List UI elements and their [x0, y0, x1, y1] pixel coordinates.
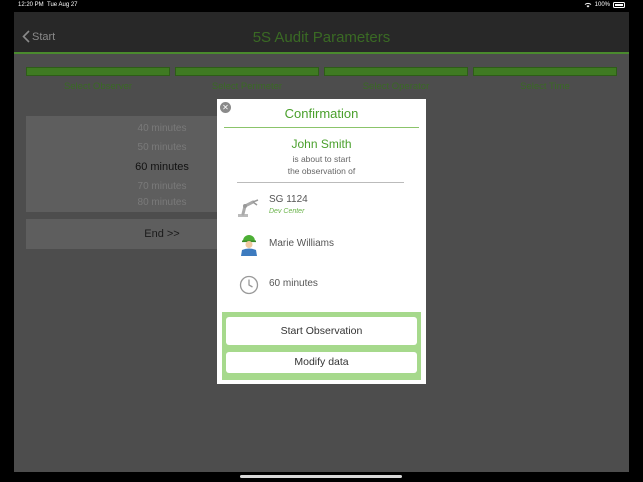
status-time: 12:20 PM Tue Aug 27	[18, 2, 78, 8]
nav-bar: Start 5S Audit Parameters	[14, 12, 629, 54]
step-label: Select Perimeter	[211, 81, 283, 92]
step-operator[interactable]: Select Operator	[324, 67, 468, 92]
perimeter-name: SG 1124	[269, 194, 308, 205]
battery-icon	[613, 2, 625, 8]
battery-percent: 100%	[594, 2, 610, 8]
status-bar: 12:20 PM Tue Aug 27 100%	[0, 0, 643, 12]
operator-name: Marie Williams	[269, 238, 334, 249]
home-indicator[interactable]	[240, 475, 402, 478]
wifi-icon	[584, 2, 591, 8]
perimeter-sub: Dev Center	[269, 208, 305, 215]
step-label: Select Operator	[362, 81, 430, 92]
step-bar	[473, 67, 617, 76]
step-perimeter[interactable]: Select Perimeter	[175, 67, 319, 92]
step-bar	[324, 67, 468, 76]
screen: 12:20 PM Tue Aug 27 100% Start 5S Audit …	[0, 0, 643, 482]
modify-data-button[interactable]: Modify data	[226, 352, 417, 373]
status-right: 100%	[584, 2, 625, 8]
action-panel: Start Observation Modify data	[222, 312, 421, 380]
worker-icon	[241, 235, 257, 256]
step-progress: Select Observer Select Perimeter Select …	[26, 67, 617, 92]
robot-arm-icon	[238, 199, 259, 217]
step-bar	[175, 67, 319, 76]
observer-name: John Smith	[291, 137, 352, 151]
step-time[interactable]: Select Time	[473, 67, 617, 92]
step-label: Select Observer	[63, 81, 133, 92]
divider	[224, 127, 419, 128]
info-line-1: is about to start	[292, 154, 351, 164]
step-bar	[26, 67, 170, 76]
confirmation-dialog: ✕ Confirmation John Smith is about to st…	[217, 99, 426, 384]
dialog-title: Confirmation	[284, 106, 359, 121]
step-label: Select Time	[520, 81, 570, 92]
divider	[237, 182, 404, 183]
info-line-2: the observation of	[287, 166, 356, 176]
step-observer[interactable]: Select Observer	[26, 67, 170, 92]
clock-icon	[239, 275, 259, 295]
start-observation-button[interactable]: Start Observation	[226, 317, 417, 345]
page-title: 5S Audit Parameters	[252, 29, 391, 46]
duration-value: 60 minutes	[269, 278, 318, 289]
